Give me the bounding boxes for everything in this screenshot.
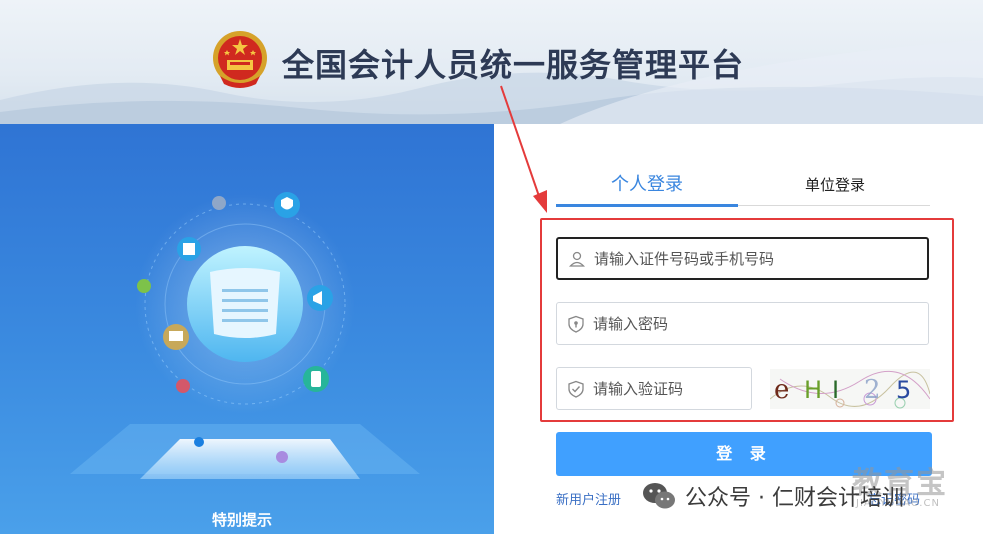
site-header: 全国会计人员统一服务管理平台 (0, 0, 983, 124)
svg-text:I: I (832, 376, 839, 404)
svg-text:H: H (804, 376, 822, 404)
shield-check-icon (568, 380, 584, 398)
captcha-field[interactable] (556, 367, 752, 410)
captcha-input[interactable] (593, 379, 751, 398)
tab-personal-login[interactable]: 个人登录 (556, 168, 738, 206)
special-tip-heading: 特别提示 (211, 511, 272, 529)
password-field[interactable] (556, 302, 929, 345)
shield-lock-icon (568, 315, 584, 333)
id-input[interactable] (594, 249, 927, 268)
svg-text:2: 2 (864, 375, 881, 405)
svg-text:5: 5 (896, 376, 911, 404)
annotation-arrow (500, 85, 547, 213)
password-input[interactable] (593, 314, 928, 333)
wechat-icon (643, 483, 675, 509)
tab-active-indicator (556, 204, 738, 207)
illustration-panel: 特别提示 (0, 124, 494, 534)
services-illustration (70, 192, 420, 479)
captcha-image[interactable]: e H I 2 5 (770, 369, 930, 409)
tab-unit-login[interactable]: 单位登录 (740, 168, 930, 206)
user-icon (569, 251, 585, 267)
wechat-watermark: 公众号 · 仁财会计培训 (641, 480, 904, 512)
wechat-watermark-text: 公众号 · 仁财会计培训 (685, 486, 904, 511)
national-emblem-icon (213, 31, 267, 88)
svg-text:e: e (774, 375, 789, 405)
id-field[interactable] (556, 237, 929, 280)
register-link[interactable]: 新用户注册 (556, 489, 621, 508)
